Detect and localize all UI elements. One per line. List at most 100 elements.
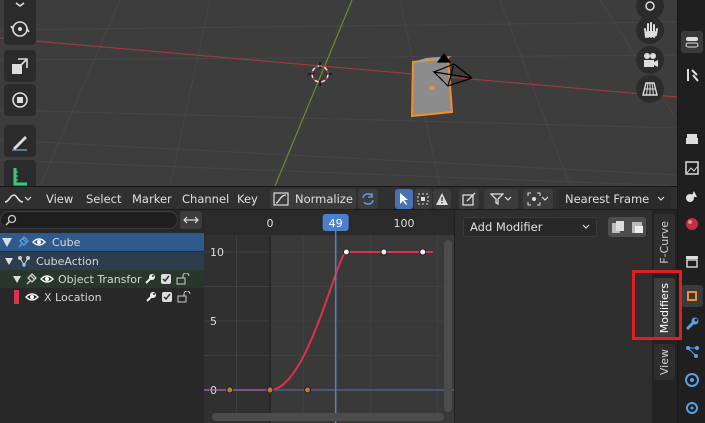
toggle-icon xyxy=(685,37,699,48)
tab-fcurve-label: F-Curve xyxy=(658,220,671,264)
pan-view-button[interactable] xyxy=(636,16,664,44)
current-frame-indicator[interactable]: 49 xyxy=(322,214,349,231)
wrench-icon[interactable] xyxy=(144,273,156,285)
keyframe-point[interactable] xyxy=(419,248,427,256)
physics-tab[interactable] xyxy=(681,369,703,391)
menu-view[interactable]: View xyxy=(46,192,73,206)
snap-mode-dropdown[interactable]: Nearest Frame xyxy=(559,189,671,209)
channel-label: Object Transforms xyxy=(58,272,142,286)
pivot-dropdown[interactable] xyxy=(523,189,553,209)
normalize-label: Normalize xyxy=(295,192,353,206)
world-tab[interactable] xyxy=(681,213,703,235)
pencil-icon xyxy=(12,136,27,151)
grid-icon xyxy=(642,82,658,96)
channel-label: CubeAction xyxy=(36,254,99,268)
3d-viewport[interactable] xyxy=(0,0,677,186)
frame-icon xyxy=(462,192,476,206)
add-modifier-dropdown[interactable]: Add Modifier xyxy=(463,217,597,237)
refresh-icon xyxy=(362,193,374,205)
double-arrow-icon xyxy=(183,216,199,224)
view-layer-tab[interactable] xyxy=(681,157,703,179)
channel-search-input[interactable] xyxy=(0,211,178,229)
measure-tool-button[interactable] xyxy=(4,160,36,186)
wrench-icon[interactable] xyxy=(145,291,157,303)
output-settings-tab[interactable] xyxy=(681,128,703,150)
graph-editor-header: View Select Marker Channel Key Normalize… xyxy=(0,186,677,210)
bezier-handle[interactable] xyxy=(304,386,312,394)
channel-row-group[interactable]: Object Transforms xyxy=(0,270,204,288)
cube-object[interactable] xyxy=(410,56,454,118)
channel-row-cube[interactable]: Cube xyxy=(0,233,204,251)
tab-view[interactable]: View xyxy=(654,344,675,380)
menu-select[interactable]: Select xyxy=(86,192,121,206)
menu-key[interactable]: Key xyxy=(237,192,258,206)
bezier-handle[interactable] xyxy=(380,248,388,256)
scene-tab[interactable] xyxy=(681,185,703,207)
view-all-button[interactable] xyxy=(459,189,479,209)
render-settings-tab[interactable] xyxy=(681,64,703,86)
collection-tab[interactable] xyxy=(681,250,703,272)
box-icon xyxy=(686,256,698,268)
tool-settings-tab[interactable] xyxy=(681,31,703,53)
bezier-handle[interactable] xyxy=(226,386,234,394)
copy-icon[interactable] xyxy=(611,220,625,234)
keyframe-point[interactable] xyxy=(342,248,350,256)
box-select-icon xyxy=(417,193,429,205)
menu-channel[interactable]: Channel xyxy=(182,192,229,206)
camera-icon xyxy=(644,53,658,67)
pin-icon xyxy=(18,236,29,248)
collapse-triangle-icon xyxy=(13,276,21,283)
normalize-refresh-button[interactable] xyxy=(358,189,378,209)
tab-fcurve[interactable]: F-Curve xyxy=(654,214,675,270)
modifiers-properties-tab[interactable] xyxy=(681,313,703,335)
unlock-icon[interactable] xyxy=(176,273,190,285)
current-frame-label: 49 xyxy=(329,217,343,230)
vertical-scrollbar[interactable] xyxy=(444,240,452,412)
object-tab[interactable] xyxy=(681,285,703,307)
menu-marker[interactable]: Marker xyxy=(132,192,172,206)
eye-icon[interactable] xyxy=(40,273,54,285)
checkbox-icon[interactable] xyxy=(161,291,173,303)
editor-type-button[interactable] xyxy=(4,190,34,208)
scale-icon xyxy=(12,58,28,74)
fcurve-graph[interactable]: 0 100 10 5 0 49 xyxy=(204,210,454,423)
constraint-icon xyxy=(686,402,698,414)
annotate-tool-button[interactable] xyxy=(4,125,36,157)
scene-icon xyxy=(686,191,697,202)
checkbox-icon[interactable] xyxy=(160,273,172,285)
chevron-down-icon xyxy=(24,196,32,201)
keyframe-point[interactable] xyxy=(266,386,274,394)
camera-view-button[interactable] xyxy=(636,46,664,74)
value-tick-label: 10 xyxy=(210,246,224,259)
graph-area[interactable]: 0 100 10 5 0 49 xyxy=(204,210,454,423)
normalize-toggle[interactable]: Normalize xyxy=(270,189,356,209)
object-icon xyxy=(687,291,697,301)
horizontal-scrollbar[interactable] xyxy=(212,413,444,421)
chevron-down-icon xyxy=(15,2,25,7)
perspective-toggle-button[interactable] xyxy=(636,75,664,103)
properties-tab-strip xyxy=(677,0,705,423)
channel-label: X Location xyxy=(44,290,102,304)
filter-dropdown[interactable] xyxy=(484,189,518,209)
channel-row-action[interactable]: CubeAction xyxy=(0,252,204,270)
image-icon xyxy=(685,161,699,175)
particles-tab[interactable] xyxy=(681,341,703,363)
rotate-icon xyxy=(10,21,30,37)
warning-button[interactable] xyxy=(433,189,451,209)
transform-tool-button[interactable] xyxy=(4,84,36,116)
constraints-tab[interactable] xyxy=(681,397,703,419)
swap-channels-button[interactable] xyxy=(180,211,202,229)
select-mode-button[interactable] xyxy=(395,189,413,209)
eye-icon[interactable] xyxy=(25,291,39,303)
unlock-icon[interactable] xyxy=(177,291,191,303)
frame-tick-label: 0 xyxy=(267,217,274,230)
search-icon xyxy=(5,214,17,226)
particles-icon xyxy=(686,346,699,358)
eye-icon[interactable] xyxy=(32,236,46,248)
scale-tool-button[interactable] xyxy=(4,50,36,82)
copy-paste-modifiers xyxy=(608,217,646,237)
paste-icon[interactable] xyxy=(630,220,644,234)
rotate-tool-button[interactable] xyxy=(4,13,36,45)
box-select-button[interactable] xyxy=(414,189,432,209)
channel-row-x-location[interactable]: X Location xyxy=(0,288,204,306)
